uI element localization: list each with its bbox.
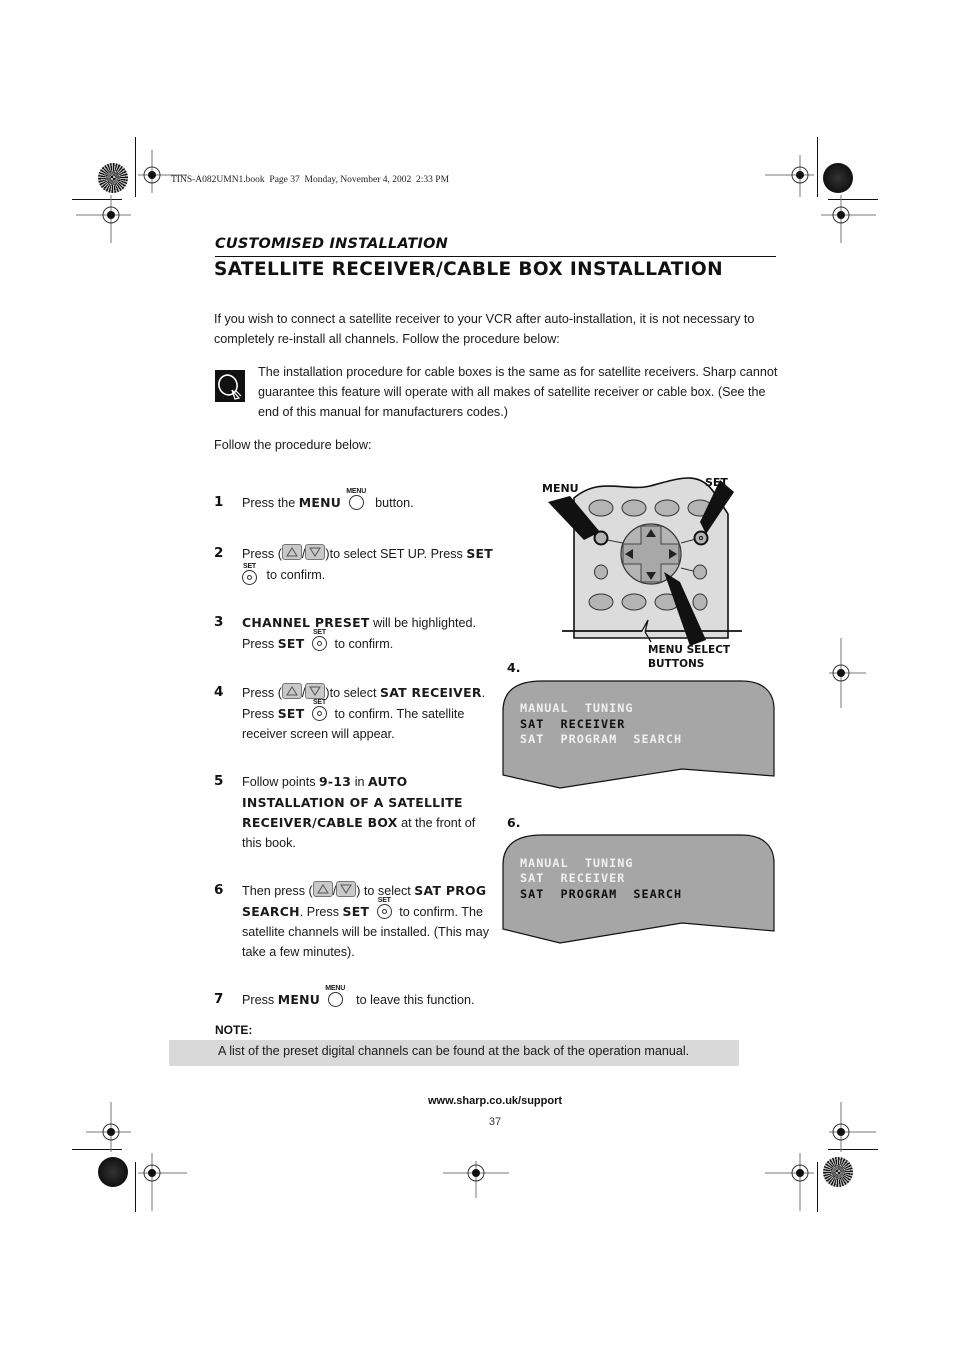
up-arrow-button-icon: [312, 881, 333, 897]
color-target-icon: [98, 1157, 128, 1187]
registration-mark-icon: [765, 1153, 814, 1211]
osd-screen-step-6: MANUAL TUNING SAT RECEIVER SAT PROGRAM S…: [502, 833, 775, 945]
step-number: 3: [214, 614, 224, 630]
page-number: 37: [488, 1116, 502, 1128]
step-text: )to select SET UP. Press: [325, 547, 467, 561]
step-5: Follow points 9-13 in AUTO INSTALLATION …: [242, 772, 492, 853]
down-arrow-button-icon: [305, 544, 326, 560]
step-text: Press: [242, 993, 278, 1008]
osd-label: 6.: [507, 815, 521, 830]
osd-line: SAT RECEIVER: [520, 871, 626, 885]
crop-mark: [135, 1162, 136, 1212]
remote-control-diagram: MENU SET MENU SELECT BUTTONS: [542, 476, 742, 670]
tip-text: The installation procedure for cable box…: [258, 365, 778, 419]
down-arrow-button-icon: [336, 881, 357, 897]
step-text: )to select: [325, 686, 380, 700]
up-arrow-button-icon: [281, 683, 302, 699]
step-text: in: [351, 775, 369, 789]
step-text: to leave this function.: [352, 993, 475, 1008]
step-bold: CHANNEL PRESET: [242, 615, 370, 630]
step-4: Press (/)to select SAT RECEIVER. Press S…: [242, 683, 486, 742]
title-rule: [215, 256, 776, 257]
step-text: to confirm.: [330, 636, 394, 651]
osd-screen-step-4: MANUAL TUNING SAT RECEIVER SAT PROGRAM S…: [502, 679, 775, 791]
osd-line: MANUAL TUNING: [520, 701, 634, 715]
step-bold: 9-13: [319, 774, 352, 789]
step-number: 5: [214, 773, 224, 789]
osd-label: 4.: [507, 660, 521, 675]
step-number: 6: [214, 882, 224, 898]
step-bold: SAT RECEIVER: [379, 685, 482, 700]
intro-paragraph: If you wish to connect a satellite recei…: [214, 312, 755, 346]
step-bold: SET: [277, 705, 305, 721]
step-number: 1: [214, 494, 224, 510]
diagram-label-select-1: MENU SELECT: [648, 644, 731, 656]
step-text: Then press (: [242, 884, 313, 898]
section-label: CUSTOMISED INSTALLATION: [215, 236, 448, 252]
color-target-icon: [823, 163, 853, 193]
up-arrow-button-icon: [281, 544, 302, 560]
registration-mark-icon: [138, 1153, 187, 1211]
color-target-icon: [823, 1157, 853, 1187]
set-button-icon: SET: [242, 563, 257, 590]
registration-mark-icon: [138, 150, 187, 193]
menu-select-dpad: [620, 523, 682, 585]
crop-mark: [135, 137, 136, 197]
crop-mark: [817, 1162, 818, 1212]
osd-line: SAT PROGRAM SEARCH: [520, 732, 683, 746]
diagram-label-set: SET: [705, 476, 728, 489]
osd-line: MANUAL TUNING: [520, 856, 634, 870]
diagram-label-select-2: BUTTONS: [648, 658, 704, 670]
step-text: Follow points: [242, 775, 319, 789]
osd-line-highlighted: SAT PROGRAM SEARCH: [520, 887, 683, 901]
page-title: SATELLITE RECEIVER/CABLE BOX INSTALLATIO…: [214, 259, 724, 280]
step-3: CHANNEL PRESET will be highlighted. Pres…: [242, 613, 494, 655]
step-7: Press MENU MENU to leave this function.: [242, 985, 512, 1012]
support-url[interactable]: www.sharp.co.uk/support: [0, 1095, 954, 1107]
step-bold: MENU: [277, 992, 321, 1008]
color-target-icon: [98, 163, 128, 193]
note-text: A list of the preset digital channels ca…: [218, 1044, 690, 1058]
set-button-diagram: [693, 530, 709, 546]
registration-mark-icon: [443, 1161, 509, 1198]
print-header: TINS-A082UMN1.book Page 37 Monday, Novem…: [171, 175, 450, 185]
registration-mark-icon: [821, 195, 876, 243]
diagram-label-menu: MENU: [542, 482, 579, 495]
step-number: 2: [214, 545, 224, 561]
step-1: Press the MENU MENU button.: [242, 488, 494, 515]
step-text: to confirm.: [263, 567, 326, 582]
set-button-icon: SET: [311, 629, 327, 656]
satellite-dish-icon: [215, 370, 245, 402]
crop-mark: [817, 137, 818, 197]
registration-mark-icon: [829, 638, 866, 708]
menu-button-icon: MENU: [325, 985, 345, 1012]
registration-mark-icon: [765, 155, 814, 197]
step-6: Then press (/) to select SAT PROG SEARCH…: [242, 881, 490, 959]
follow-text: Follow the procedure below:: [214, 438, 372, 452]
step-bold: SET: [342, 903, 370, 919]
registration-mark-icon: [76, 195, 131, 243]
step-text: . Press: [299, 904, 343, 919]
step-text: Press the: [242, 496, 299, 511]
set-button-icon: SET: [376, 897, 392, 924]
step-2: Press (/)to select SET UP. Press SET SET…: [242, 544, 498, 586]
step-bold: SET: [277, 635, 305, 651]
step-number: 4: [214, 684, 224, 700]
step-text: button.: [371, 496, 414, 511]
osd-line-highlighted: SAT RECEIVER: [520, 717, 626, 731]
step-bold: MENU: [298, 495, 342, 511]
step-number: 7: [214, 991, 224, 1007]
set-button-icon: SET: [311, 699, 327, 726]
step-bold: SET: [466, 546, 494, 561]
note-label: NOTE:: [215, 1023, 253, 1037]
menu-button-icon: MENU: [346, 488, 366, 515]
step-text: Press (: [242, 686, 282, 700]
